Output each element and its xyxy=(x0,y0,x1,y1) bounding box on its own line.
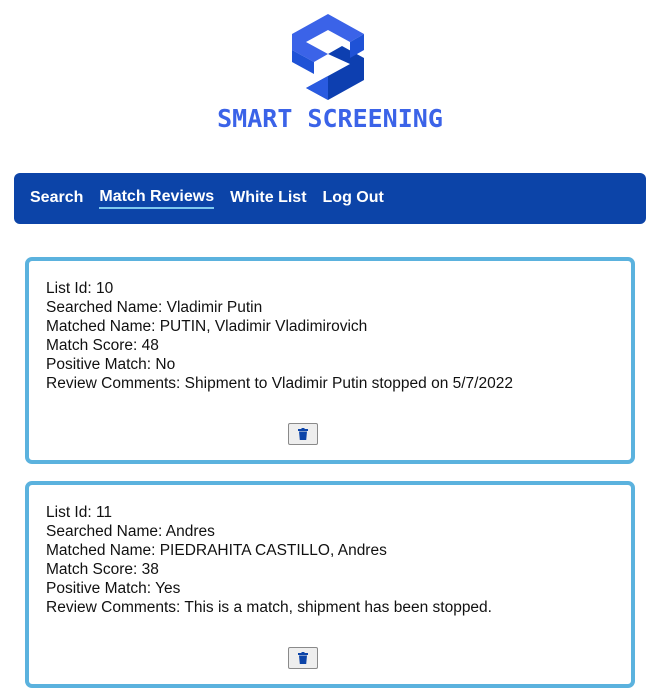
match-score: Match Score: 38 xyxy=(46,561,159,578)
nav-search[interactable]: Search xyxy=(30,189,83,208)
nav-match-reviews[interactable]: Match Reviews xyxy=(99,188,215,209)
matched-name: Matched Name: PIEDRAHITA CASTILLO, Andre… xyxy=(46,542,387,559)
matched-name: Matched Name: PUTIN, Vladimir Vladimirov… xyxy=(46,318,368,335)
main-navbar: Search Match Reviews White List Log Out xyxy=(14,173,646,224)
brand-name: SMART SCREENING xyxy=(217,104,443,133)
delete-review-button[interactable] xyxy=(288,423,318,445)
list-id: List Id: 11 xyxy=(46,504,113,521)
delete-review-button[interactable] xyxy=(288,647,318,669)
review-comments: Review Comments: Shipment to Vladimir Pu… xyxy=(46,375,513,392)
searched-name: Searched Name: Vladimir Putin xyxy=(46,299,263,316)
positive-match: Positive Match: Yes xyxy=(46,580,181,597)
nav-white-list[interactable]: White List xyxy=(230,189,306,208)
brand-logo: SMART SCREENING xyxy=(210,12,450,136)
match-review-card: List Id: 10 Searched Name: Vladimir Puti… xyxy=(25,257,635,464)
list-id: List Id: 10 xyxy=(46,280,114,297)
searched-name: Searched Name: Andres xyxy=(46,523,215,540)
nav-log-out[interactable]: Log Out xyxy=(323,189,384,208)
review-comments: Review Comments: This is a match, shipme… xyxy=(46,599,492,616)
match-review-card: List Id: 11 Searched Name: Andres Matche… xyxy=(25,481,635,688)
trash-icon xyxy=(298,428,308,440)
match-score: Match Score: 48 xyxy=(46,337,159,354)
smart-screening-logo-icon xyxy=(292,14,364,100)
positive-match: Positive Match: No xyxy=(46,356,176,373)
trash-icon xyxy=(298,652,308,664)
